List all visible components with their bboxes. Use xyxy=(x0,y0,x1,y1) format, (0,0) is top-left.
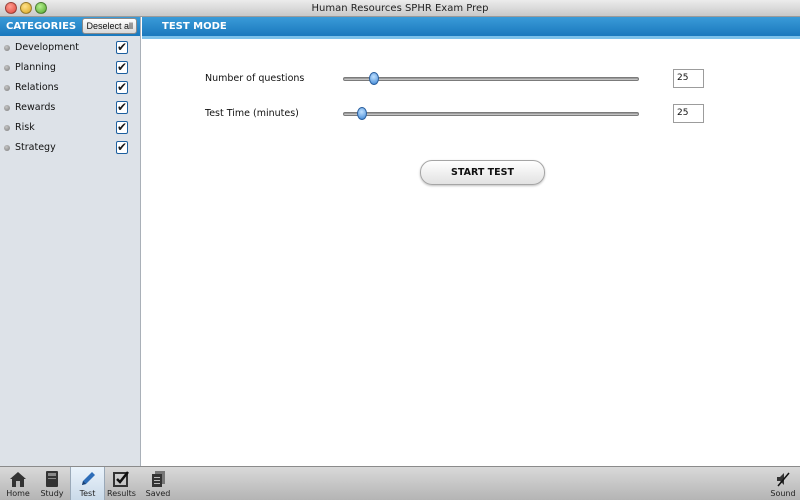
toolbar-test[interactable]: Test xyxy=(70,467,105,500)
category-label: Development xyxy=(15,42,79,53)
categories-sidebar: CATEGORIES Deselect all Development Plan… xyxy=(0,17,141,466)
toolbar-study[interactable]: Study xyxy=(36,467,68,500)
bullet-icon xyxy=(4,85,10,91)
questions-label: Number of questions xyxy=(205,73,305,84)
test-time-field[interactable]: 25 xyxy=(673,104,704,123)
test-mode-header: TEST MODE xyxy=(142,17,800,36)
documents-icon xyxy=(152,471,165,487)
start-test-button[interactable]: START TEST xyxy=(420,160,545,185)
pencil-icon xyxy=(81,472,95,485)
toolbar-label: Saved Tests xyxy=(145,489,171,498)
category-label: Relations xyxy=(15,82,59,93)
toolbar-home[interactable]: Home xyxy=(2,467,34,500)
test-time-label: Test Time (minutes) xyxy=(205,108,299,119)
toolbar-label: Test xyxy=(79,489,96,498)
bullet-icon xyxy=(4,145,10,151)
sound-muted-icon xyxy=(777,472,790,487)
category-list: Development Planning Relations Rewards R… xyxy=(0,36,140,158)
category-item-rewards: Rewards xyxy=(0,97,140,118)
bullet-icon xyxy=(4,125,10,131)
category-checkbox-development[interactable] xyxy=(116,37,128,57)
category-label: Risk xyxy=(15,122,35,133)
category-item-risk: Risk xyxy=(0,117,140,138)
category-item-planning: Planning xyxy=(0,57,140,78)
home-icon xyxy=(10,472,26,487)
category-item-relations: Relations xyxy=(0,77,140,98)
bullet-icon xyxy=(4,45,10,51)
toolbar-label: Sound xyxy=(770,489,796,498)
book-icon xyxy=(46,471,58,487)
test-time-slider-track[interactable] xyxy=(343,112,639,116)
questions-slider-thumb[interactable] xyxy=(369,72,379,85)
checkbox-icon xyxy=(113,471,129,487)
category-item-development: Development xyxy=(0,37,140,58)
questions-slider-track[interactable] xyxy=(343,77,639,81)
category-checkbox-relations[interactable] xyxy=(116,77,128,97)
bullet-icon xyxy=(4,65,10,71)
category-item-strategy: Strategy xyxy=(0,137,140,158)
category-checkbox-planning[interactable] xyxy=(116,57,128,77)
category-checkbox-strategy[interactable] xyxy=(116,137,128,157)
toolbar-label: Study xyxy=(40,489,64,498)
toolbar-saved-tests[interactable]: Saved Tests xyxy=(138,467,178,500)
deselect-all-button[interactable]: Deselect all xyxy=(82,18,137,34)
title-bar: Human Resources SPHR Exam Prep xyxy=(0,0,800,17)
toolbar-label: Results xyxy=(107,489,136,498)
window-title: Human Resources SPHR Exam Prep xyxy=(311,3,489,14)
header-divider xyxy=(142,36,800,39)
category-checkbox-risk[interactable] xyxy=(116,117,128,137)
category-label: Planning xyxy=(15,62,56,73)
test-time-slider-thumb[interactable] xyxy=(357,107,367,120)
toolbar-sound[interactable]: Sound xyxy=(768,467,798,500)
page-title: TEST MODE xyxy=(162,21,227,32)
categories-title: CATEGORIES xyxy=(6,21,77,32)
bottom-toolbar: Home Study Test Results Saved Tests xyxy=(0,466,800,500)
category-label: Rewards xyxy=(15,102,56,113)
category-checkbox-rewards[interactable] xyxy=(116,97,128,117)
minimize-window-button[interactable] xyxy=(20,2,32,14)
category-label: Strategy xyxy=(15,142,56,153)
questions-count-field[interactable]: 25 xyxy=(673,69,704,88)
categories-header: CATEGORIES Deselect all xyxy=(0,17,140,36)
toolbar-label: Home xyxy=(6,489,30,498)
bullet-icon xyxy=(4,105,10,111)
toolbar-results[interactable]: Results xyxy=(107,467,136,500)
zoom-window-button[interactable] xyxy=(35,2,47,14)
close-window-button[interactable] xyxy=(5,2,17,14)
